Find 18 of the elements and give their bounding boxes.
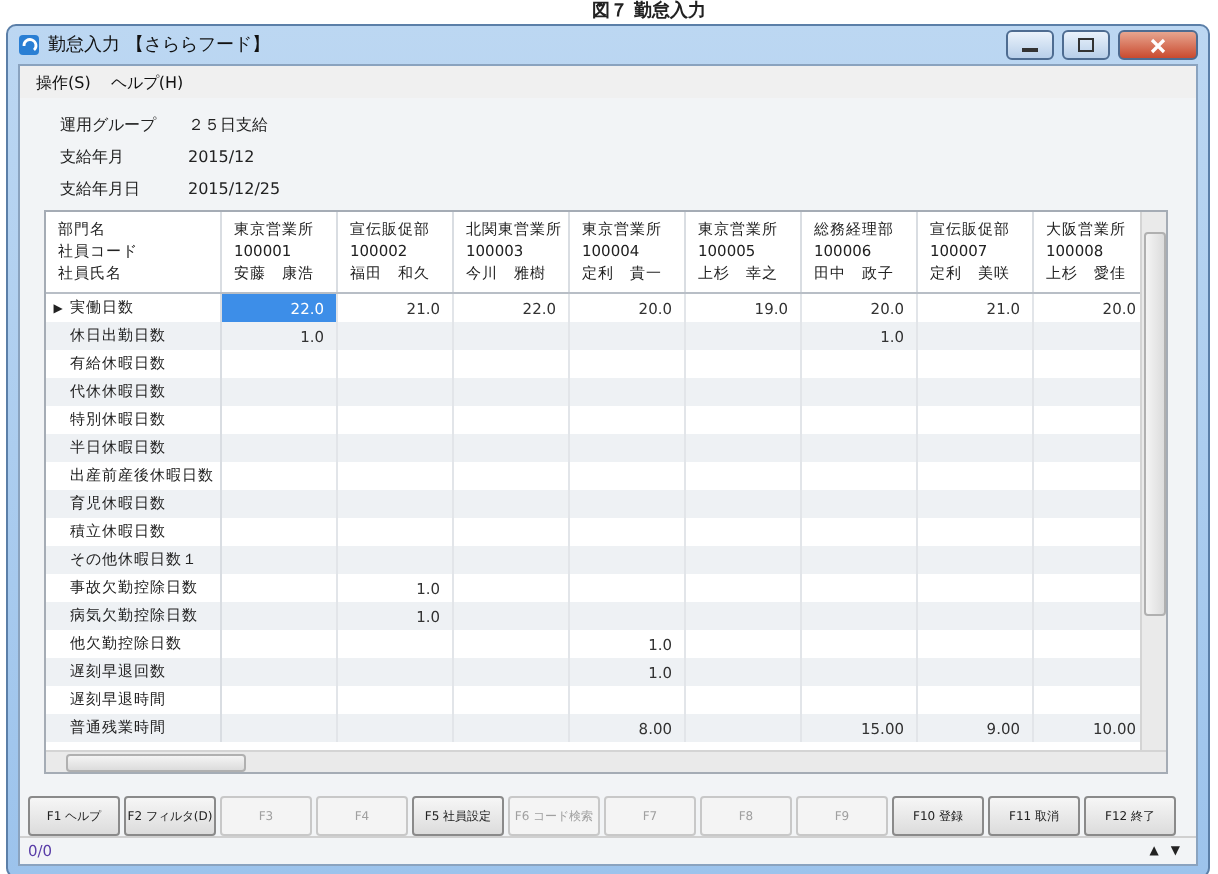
menu-item[interactable]: ヘルプ(H) (110, 71, 184, 93)
info-label: 支給年月日 (60, 180, 142, 202)
app-icon (18, 34, 40, 56)
figure-caption: 図７ 勤怠入力 (591, 0, 707, 24)
window-title: 勤怠入力 【さららフード】 (48, 33, 272, 58)
vertical-scrollbar[interactable] (1140, 212, 1166, 750)
maximize-button[interactable] (1062, 30, 1110, 60)
info-label: 支給年月 (60, 148, 126, 170)
menu-item[interactable]: 操作(S) (36, 71, 91, 93)
info-label: 運用グループ (60, 116, 159, 138)
info-value: 2015/12 (188, 148, 257, 170)
info-value: ２５日支給 (188, 116, 270, 138)
info-value: 2015/12/25 (188, 180, 283, 202)
minimize-button[interactable] (1006, 30, 1054, 60)
horizontal-scrollbar[interactable] (46, 750, 1166, 772)
close-button[interactable] (1118, 30, 1198, 60)
maximize-icon (1078, 38, 1094, 52)
close-icon (1150, 37, 1166, 53)
